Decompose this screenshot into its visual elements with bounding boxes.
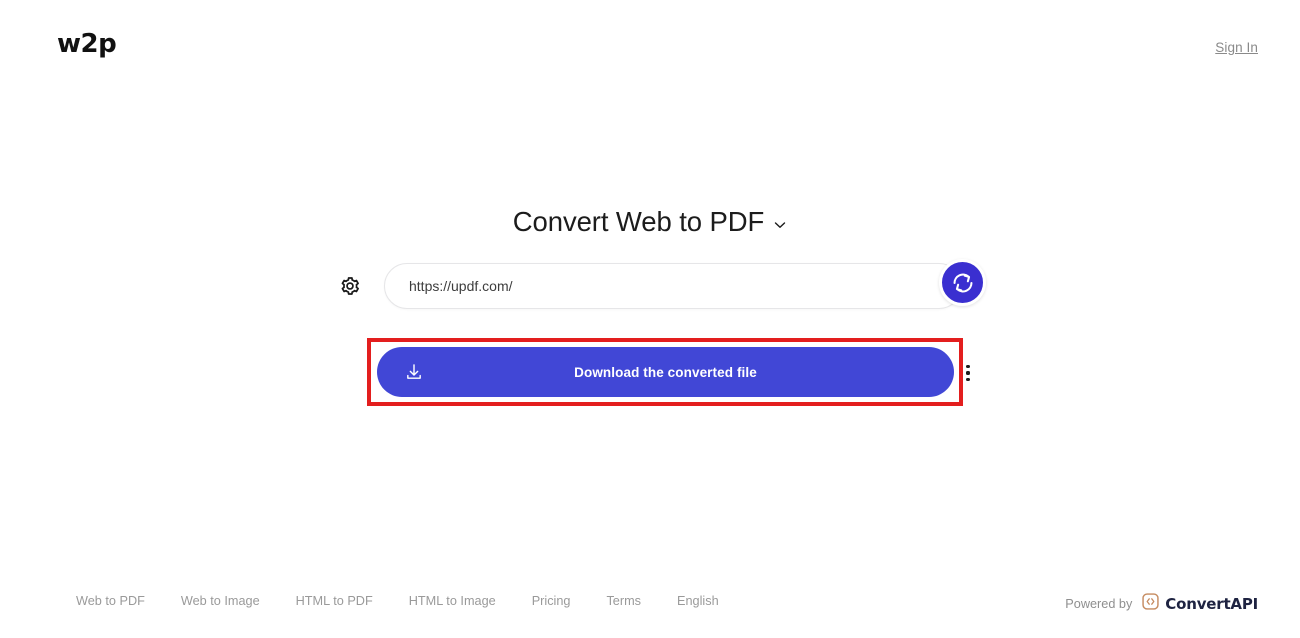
powered-by-block: Powered by ConvertAPI [1065,592,1258,616]
footer-link-web-to-pdf[interactable]: Web to PDF [76,594,145,608]
convertapi-brand[interactable]: ConvertAPI [1141,592,1258,616]
kebab-dot-3 [966,377,970,381]
site-footer: Web to PDF Web to Image HTML to PDF HTML… [0,578,1300,638]
kebab-menu-icon[interactable] [961,358,975,388]
kebab-dot-1 [966,365,970,369]
url-input-wrapper [384,259,986,309]
chevron-down-icon[interactable] [773,218,787,232]
gear-icon[interactable] [338,274,362,298]
kebab-dot-2 [966,371,970,375]
download-converted-file-button[interactable]: Download the converted file [377,347,954,397]
convertapi-logo-icon [1141,592,1160,616]
url-bar-row [0,259,1300,309]
site-header: w2p Sign In [0,0,1300,95]
download-icon [404,362,424,382]
page-title: Convert Web to PDF [512,206,765,237]
footer-link-pricing[interactable]: Pricing [532,594,571,608]
page-root: w2p Sign In Convert Web to PDF https://u… [0,0,1300,638]
sign-in-link[interactable]: Sign In [1215,40,1258,55]
footer-link-language[interactable]: English [677,594,719,608]
powered-by-label: Powered by [1065,597,1133,611]
url-input[interactable] [384,263,962,309]
footer-link-html-to-pdf[interactable]: HTML to PDF [296,594,373,608]
download-button-label: Download the converted file [574,364,757,380]
footer-link-terms[interactable]: Terms [606,594,641,608]
main-content: Convert Web to PDF https://updf.com/ Dow… [0,0,1300,638]
footer-links: Web to PDF Web to Image HTML to PDF HTML… [76,594,755,608]
site-logo[interactable]: w2p [57,31,117,57]
convert-button[interactable] [939,259,986,306]
footer-link-html-to-image[interactable]: HTML to Image [409,594,496,608]
convertapi-name: ConvertAPI [1165,595,1258,613]
page-title-row: Convert Web to PDF [0,206,1300,238]
footer-link-web-to-image[interactable]: Web to Image [181,594,260,608]
